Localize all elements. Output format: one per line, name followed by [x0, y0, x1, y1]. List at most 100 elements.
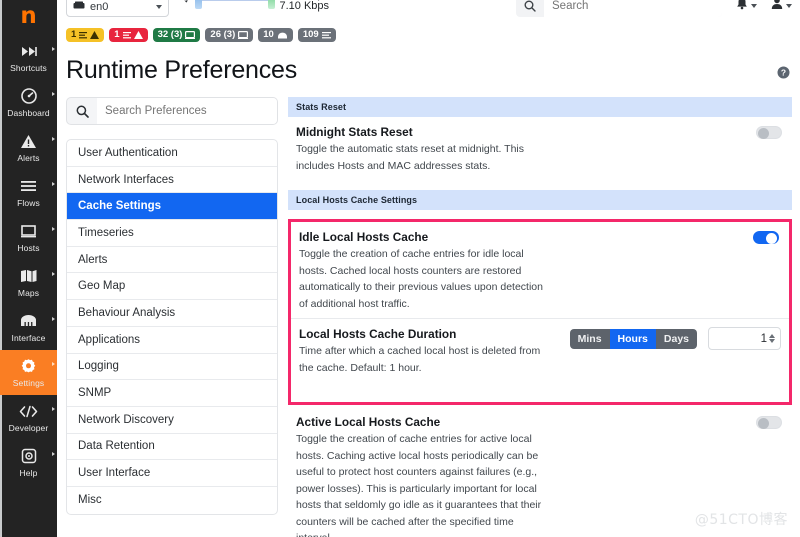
pref-item-behaviour-analysis[interactable]: Behaviour Analysis	[67, 300, 277, 327]
status-badge-error[interactable]: 1	[109, 28, 147, 42]
setting-title: Active Local Hosts Cache	[296, 415, 784, 429]
chevron-right-icon	[52, 272, 55, 276]
setting-description: Toggle the creation of cache entries for…	[299, 246, 554, 312]
ntopng-logo[interactable]: n	[0, 3, 57, 29]
warning-triangle-icon	[90, 31, 99, 39]
sidebar-item-hosts[interactable]: Hosts	[0, 215, 57, 260]
badge-count: 109	[303, 30, 319, 40]
sidebar-item-settings[interactable]: Settings	[0, 350, 57, 395]
pref-item-applications[interactable]: Applications	[67, 327, 277, 354]
setting-local-hosts-cache-duration: Local Hosts Cache Duration Time after wh…	[291, 318, 789, 402]
sidebar-item-dashboard[interactable]: Dashboard	[0, 80, 57, 125]
status-badge-networks[interactable]: 10	[258, 28, 293, 42]
search-icon	[67, 105, 97, 118]
setting-idle-local-hosts-cache: Idle Local Hosts Cache Toggle the creati…	[291, 222, 789, 318]
top-bar-right	[516, 0, 792, 17]
active-local-hosts-cache-toggle[interactable]	[756, 416, 782, 429]
chevron-down-icon	[786, 4, 792, 8]
duration-unit-segmented-control: Mins Hours Days	[570, 329, 697, 349]
sidebar-item-interface[interactable]: Interface	[0, 305, 57, 350]
warning-triangle-icon	[134, 31, 143, 39]
list-icon	[322, 32, 331, 39]
highlighted-settings-group: Idle Local Hosts Cache Toggle the creati…	[288, 219, 792, 405]
status-badge-warning[interactable]: 1	[66, 28, 104, 42]
watermark: @51CTO博客	[695, 509, 788, 529]
page-header: Runtime Preferences ?	[57, 42, 800, 97]
status-badge-hosts-idle[interactable]: 26 (3)	[205, 28, 253, 42]
duration-unit-hours[interactable]: Hours	[610, 329, 656, 349]
chevron-down-icon	[751, 4, 757, 8]
notifications-button[interactable]	[736, 0, 757, 15]
user-avatar-icon	[771, 0, 783, 15]
setting-midnight-stats-reset: Midnight Stats Reset Toggle the automati…	[288, 117, 792, 180]
search-icon	[516, 0, 544, 12]
number-spinner-icon[interactable]	[769, 334, 775, 343]
pref-item-data-retention[interactable]: Data Retention	[67, 434, 277, 461]
cloud-icon	[277, 32, 288, 39]
preferences-category-list: User Authentication Network Interfaces C…	[66, 139, 278, 515]
search-input[interactable]	[544, 0, 722, 17]
pref-item-network-discovery[interactable]: Network Discovery	[67, 407, 277, 434]
settings-gear-icon	[20, 358, 37, 375]
badge-count: 10	[263, 30, 274, 40]
preferences-search[interactable]	[66, 97, 278, 125]
status-badge-flows[interactable]: 109	[298, 28, 336, 42]
chevron-right-icon	[52, 227, 55, 231]
badge-count: 1	[71, 30, 76, 40]
sidebar-item-shortcuts[interactable]: Shortcuts	[0, 35, 57, 80]
sidebar-item-help[interactable]: Help	[0, 440, 57, 485]
pref-item-snmp[interactable]: SNMP	[67, 380, 277, 407]
device-icon	[185, 31, 195, 39]
pref-item-timeseries[interactable]: Timeseries	[67, 220, 277, 247]
status-badge-row: 1 1 32 (3) 26 (3) 10 109	[57, 22, 347, 42]
pref-item-user-authentication[interactable]: User Authentication	[67, 140, 277, 167]
main-content: en0 ↓ 4.20 Kbps 7.10 Kbps	[57, 0, 800, 537]
sidebar-label: Alerts	[17, 153, 39, 163]
interface-selector-dropdown[interactable]: en0	[66, 0, 169, 17]
global-search[interactable]	[516, 0, 722, 17]
duration-controls: Mins Hours Days 1	[570, 327, 781, 350]
sidebar-label: Interface	[12, 333, 46, 343]
setting-description: Toggle the creation of cache entries for…	[296, 431, 551, 537]
duration-unit-days[interactable]: Days	[656, 329, 697, 349]
logo-text: n	[20, 5, 36, 28]
interface-icon	[20, 313, 37, 330]
sidebar-item-maps[interactable]: Maps	[0, 260, 57, 305]
sidebar-label: Maps	[18, 288, 39, 298]
shortcuts-icon	[20, 43, 37, 60]
setting-description: Toggle the automatic stats reset at midn…	[296, 141, 551, 174]
setting-description: Time after which a cached local host is …	[299, 343, 554, 376]
chevron-right-icon	[52, 407, 55, 411]
pref-item-cache-settings[interactable]: Cache Settings	[67, 193, 277, 220]
idle-local-hosts-cache-toggle[interactable]	[753, 231, 779, 244]
interface-name: en0	[90, 1, 108, 13]
preferences-sidebar: User Authentication Network Interfaces C…	[66, 97, 278, 537]
sidebar-item-alerts[interactable]: Alerts	[0, 125, 57, 170]
chevron-right-icon	[52, 92, 55, 96]
duration-number-input[interactable]: 1	[708, 327, 781, 350]
chevron-right-icon	[52, 137, 55, 141]
alerts-icon	[20, 133, 37, 150]
pref-item-misc[interactable]: Misc	[67, 487, 277, 514]
preferences-search-input[interactable]	[97, 98, 277, 124]
traffic-out-value: 7.10 Kbps	[280, 1, 330, 12]
user-menu-button[interactable]	[771, 0, 792, 15]
pref-item-logging[interactable]: Logging	[67, 354, 277, 381]
pref-item-network-interfaces[interactable]: Network Interfaces	[67, 167, 277, 194]
pref-item-alerts[interactable]: Alerts	[67, 247, 277, 274]
bell-icon	[736, 0, 748, 15]
help-circle-icon[interactable]: ?	[777, 66, 790, 84]
pref-item-user-interface[interactable]: User Interface	[67, 460, 277, 487]
sidebar-label: Developer	[9, 423, 49, 433]
sidebar-label: Flows	[17, 198, 40, 208]
duration-unit-mins[interactable]: Mins	[570, 329, 610, 349]
app-root: n Shortcuts Dashboard Alerts	[0, 0, 800, 537]
pref-item-geo-map[interactable]: Geo Map	[67, 273, 277, 300]
traffic-values: 4.20 Kbps 7.10 Kbps	[280, 0, 330, 12]
badge-count: 32 (3)	[158, 30, 183, 40]
sidebar-item-developer[interactable]: Developer	[0, 395, 57, 440]
sidebar-label: Help	[20, 468, 38, 478]
status-badge-hosts-active[interactable]: 32 (3)	[153, 28, 201, 42]
sidebar-item-flows[interactable]: Flows	[0, 170, 57, 215]
midnight-stats-reset-toggle[interactable]	[756, 126, 782, 139]
